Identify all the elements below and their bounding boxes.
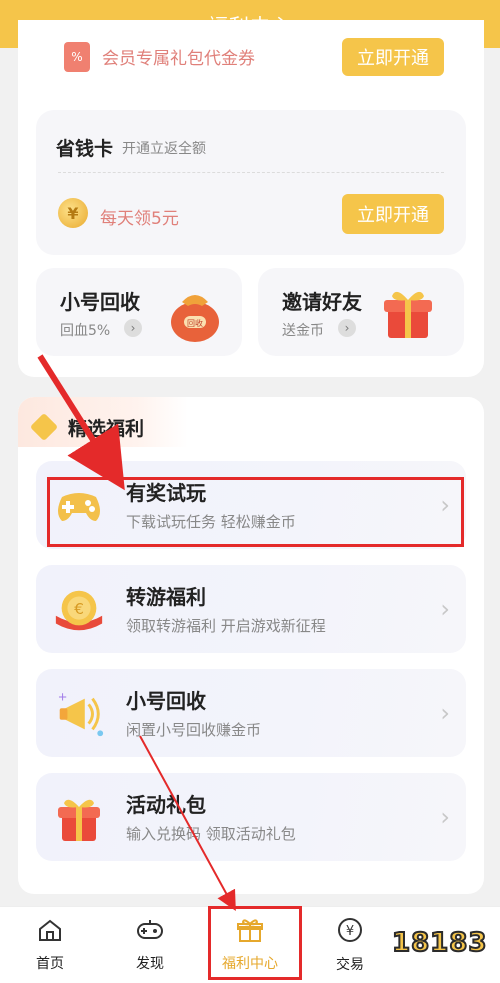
saving-open-button[interactable]: 立即开通 [342,194,444,234]
saving-card-subtitle: 开通立返全额 [122,141,206,157]
chevron-right-icon: › [124,319,142,337]
section-title: 精选福利 [68,418,145,440]
coin-icon: ¥ [58,198,88,228]
chevron-right-icon: › [338,319,356,337]
svg-text:+: + [58,690,68,704]
list-item-transfer[interactable]: € 转游福利 领取转游福利 开启游戏新征程 › [36,565,466,653]
list-item-subtitle: 闲置小号回收赚金币 [126,721,262,739]
trade-icon: ¥ [337,917,363,948]
home-icon [37,918,63,947]
list-item-recycle[interactable]: + 小号回收 闲置小号回收赚金币 › [36,669,466,757]
gift-box-icon [378,282,438,342]
gift-icon [52,791,106,845]
discover-icon [136,918,164,947]
list-item-title: 小号回收 [126,689,206,713]
list-item-title: 转游福利 [126,585,206,609]
section-header: 精选福利 [18,397,188,447]
chevron-right-icon: › [440,699,450,727]
tab-trade[interactable]: ¥ 交易 [300,907,400,983]
list-item-subtitle: 领取转游福利 开启游戏新征程 [126,617,326,635]
list-item-gift[interactable]: 活动礼包 输入兑换码 领取活动礼包 › [36,773,466,861]
tab-discover[interactable]: 发现 [100,907,200,983]
saving-card-title: 省钱卡 [56,138,114,160]
megaphone-icon: + [52,687,106,741]
featured-welfare-panel: 精选福利 有奖试玩 下载试玩任务 轻松赚金币 › € 转游福利 领取转游福利 开… [18,397,484,894]
money-bag-icon: 回收 [162,280,228,346]
highlight-box-tab [208,906,302,980]
list-item-title: 活动礼包 [126,793,206,817]
svg-text:€: € [74,600,84,618]
mini-card-invite[interactable]: 邀请好友 送金币 › [258,268,464,356]
list-item-subtitle: 输入兑换码 领取活动礼包 [126,825,296,843]
bag-label: 回收 [187,318,203,328]
mini-card-subtitle: 回血5% [60,323,111,339]
diamond-icon [29,412,59,442]
saving-card: 省钱卡 开通立返全额 ¥ 每天领5元 立即开通 [36,110,466,255]
chevron-right-icon: › [440,803,450,831]
tab-home[interactable]: 首页 [0,907,100,983]
divider [58,172,444,173]
tab-label: 交易 [336,957,364,973]
tab-label: 发现 [136,956,164,972]
coin-icon: € [52,583,106,637]
mini-card-title: 邀请好友 [282,290,362,314]
mini-card-title: 小号回收 [60,290,140,314]
vip-open-button[interactable]: 立即开通 [342,38,444,76]
mini-card-subtitle: 送金币 [282,323,324,339]
mini-card-recycle[interactable]: 小号回收 回血5% › 回收 [36,268,242,356]
vip-coupon-text: 会员专属礼包代金券 [102,49,255,69]
coupon-icon: % [64,42,90,72]
tab-label: 首页 [36,956,64,972]
chevron-right-icon: › [440,595,450,623]
highlight-box-trial [47,477,464,547]
watermark-logo: 18183 [391,914,494,966]
saving-card-reward: 每天领5元 [100,209,179,229]
svg-text:¥: ¥ [346,924,354,939]
watermark-text: 18183 [391,927,488,959]
